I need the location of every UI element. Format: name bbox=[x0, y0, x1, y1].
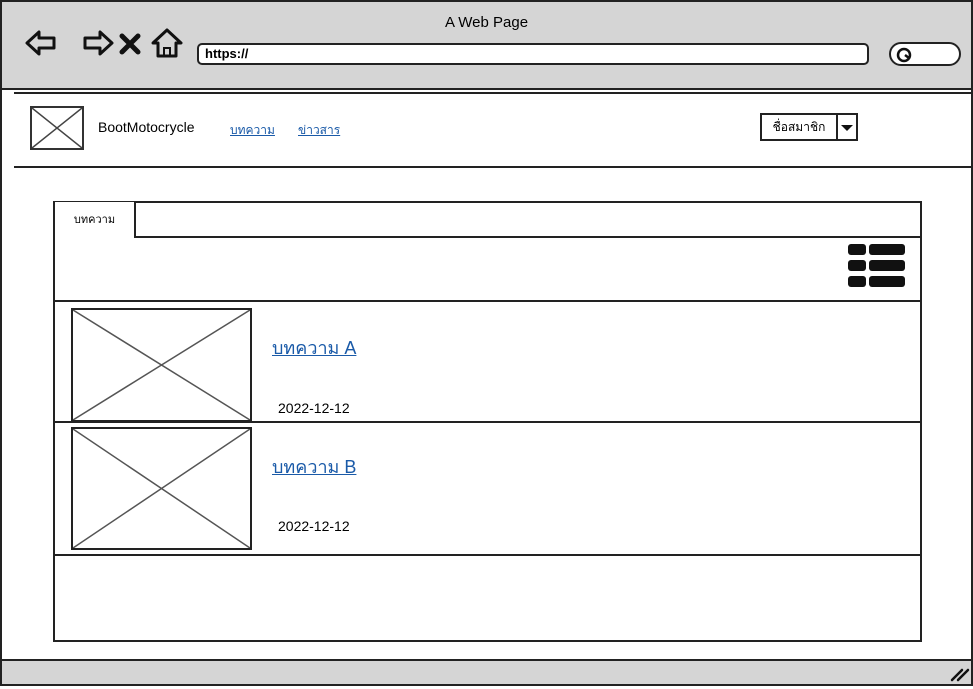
window-frame bbox=[0, 0, 973, 686]
